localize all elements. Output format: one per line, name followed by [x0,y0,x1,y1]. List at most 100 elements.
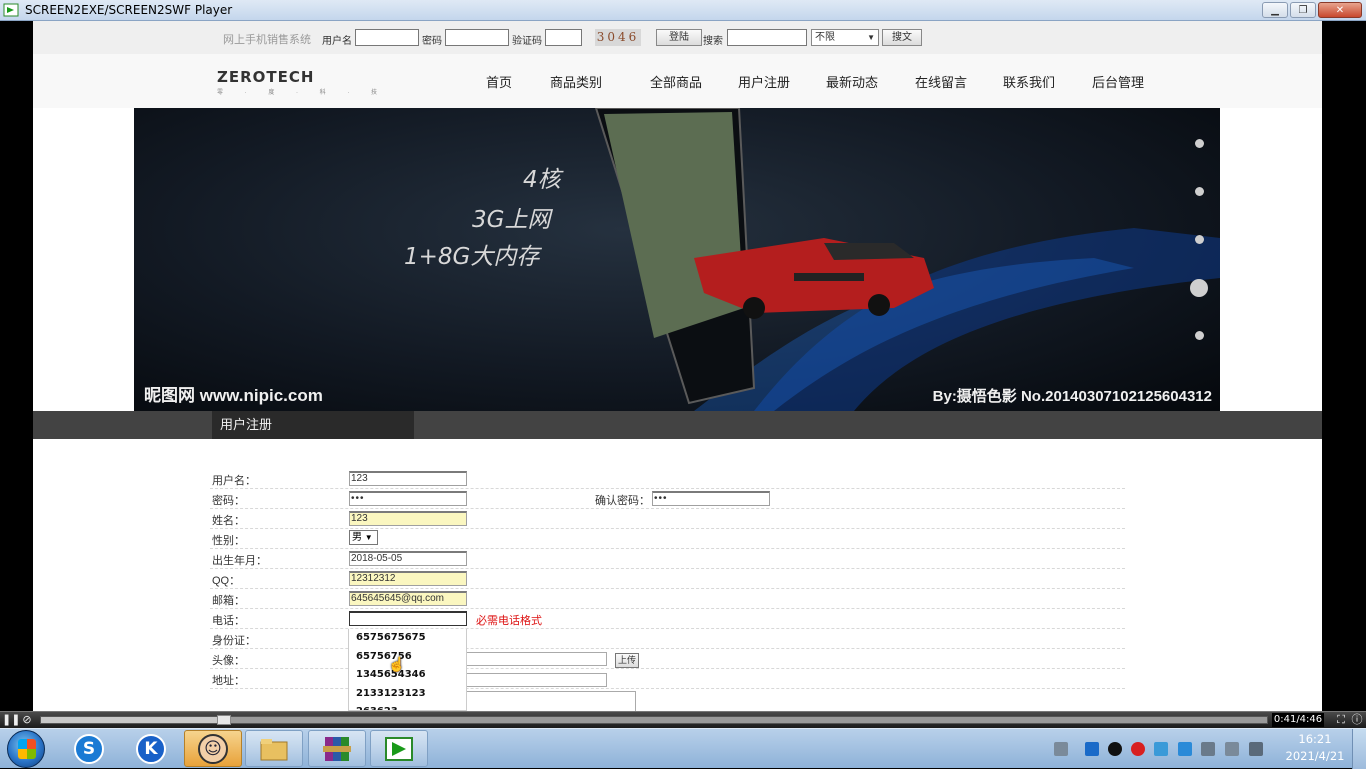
nav-home[interactable]: 首页 [486,72,512,91]
slide-dot-5[interactable] [1195,331,1204,340]
slide-dot-2[interactable] [1195,187,1204,196]
taskbar-conan-app[interactable]: ☺ [184,730,242,767]
player-controls: ❚❚ ⊘ 0:41/4:46 ⛶ ⓘ [0,711,1366,728]
nav-contact[interactable]: 联系我们 [1003,72,1055,91]
playback-time: 0:41/4:46 [1272,713,1324,727]
section-title-tab: 用户注册 [212,411,414,439]
taskbar-file-explorer[interactable] [245,730,303,767]
email-field[interactable]: 645645645@qq.com [349,591,467,606]
login-password-input[interactable] [445,29,509,46]
avatar-path-field[interactable] [466,652,607,666]
tray-shield-icon[interactable] [1178,742,1192,756]
slide-dot-1[interactable] [1195,139,1204,148]
birthday-field-label: 出生年月： [212,555,267,567]
cartoon-avatar-icon: ☺ [198,733,228,764]
autocomplete-option[interactable]: 263623 [349,703,466,710]
phone-error-message: 必需电话格式 [476,615,542,627]
login-username-input[interactable] [355,29,419,46]
progress-thumb[interactable] [216,715,231,725]
minimize-button[interactable]: ▁ [1262,2,1288,18]
id-card-field-label: 身份证： [212,635,256,647]
username-field[interactable]: 123 [349,471,467,486]
info-icon[interactable]: ⓘ [1350,713,1364,727]
dropdown-arrow-icon: ▼ [364,533,373,542]
captcha-image[interactable]: 3046 [595,29,641,46]
tray-app-icon[interactable] [1085,742,1099,756]
clock-date: 2021/4/21 [1285,749,1345,763]
name-field[interactable]: 123 [349,511,467,526]
pause-icon[interactable]: ❚❚ [2,713,20,727]
search-input[interactable] [727,29,807,46]
taskbar-sogou-app[interactable]: S [60,730,118,767]
settings-icon[interactable]: ⊘ [20,713,34,727]
promo-banner[interactable]: 4核 3G上网 1+8G大内存 昵图网 www.nipic.com By:摄悟色… [134,108,1220,411]
winrar-icon [323,736,351,761]
windows-logo-icon [18,739,36,759]
nav-register[interactable]: 用户注册 [738,72,790,91]
taskbar-clock[interactable]: 16:21 2021/4/21 [1282,731,1348,765]
phone-autocomplete-dropdown: 6575675675 65756756 1345654346 213312312… [348,629,467,711]
qq-icon[interactable] [1108,742,1122,756]
captcha-input[interactable] [545,29,582,46]
usb-device-icon[interactable] [1201,742,1215,756]
taskbar-winrar[interactable] [308,730,366,767]
password-label: 密码 [422,36,442,47]
address-field[interactable] [466,673,607,687]
volume-icon[interactable] [1225,742,1239,756]
antivirus-icon[interactable] [1131,742,1145,756]
row-gender: 性别： 男 ▼ [210,529,1125,549]
kugou-icon: K [136,733,166,764]
nav-categories[interactable]: 商品类别 [550,72,602,91]
qq-field-label: QQ： [212,575,241,587]
tray-flag-icon[interactable] [1154,742,1168,756]
taskbar-kugou-app[interactable]: K [122,730,180,767]
start-button[interactable] [7,730,45,768]
password-field-label: 密码： [212,495,245,507]
window-titlebar: SCREEN2EXE/SCREEN2SWF Player ▁ ❐ ✕ [0,0,1366,21]
nav-messages[interactable]: 在线留言 [915,72,967,91]
autocomplete-option[interactable]: 65756756 [349,648,466,667]
remarks-textarea[interactable] [466,691,636,711]
upload-button[interactable]: 上传 [615,653,639,668]
gender-select[interactable]: 男 ▼ [349,530,378,545]
autocomplete-option[interactable]: 6575675675 [349,629,466,648]
slide-dot-3[interactable] [1195,235,1204,244]
sogou-icon: S [74,733,104,764]
playback-progress-bar[interactable] [40,715,1268,725]
keyboard-icon[interactable] [1054,742,1068,756]
screen2swf-icon [385,736,413,761]
banner-line-1: 4核 [523,167,561,193]
qq-field[interactable]: 12312312 [349,571,467,586]
close-button[interactable]: ✕ [1318,2,1362,18]
birthday-field[interactable]: 2018-05-05 [349,551,467,566]
show-desktop-button[interactable] [1352,729,1366,769]
restore-button[interactable]: ❐ [1290,2,1316,18]
nav-news[interactable]: 最新动态 [826,72,878,91]
avatar-field-label: 头像： [212,655,245,667]
nav-all-products[interactable]: 全部商品 [650,72,702,91]
username-field-label: 用户名： [212,475,256,487]
main-navbar: ZEROTECH 零 · 度 · 科 · 技 首页 商品类别 全部商品 用户注册… [33,54,1322,108]
autocomplete-option[interactable]: 2133123123 [349,685,466,704]
row-name: 姓名： 123 [210,509,1125,529]
phone-field[interactable] [349,611,467,626]
slide-dot-4-active[interactable] [1190,279,1208,297]
banner-line-2: 3G上网 [472,207,551,233]
banner-line-3: 1+8G大内存 [404,244,540,270]
password-field[interactable]: ••• [349,491,467,506]
confirm-password-field[interactable]: ••• [652,491,770,506]
nav-admin[interactable]: 后台管理 [1092,72,1144,91]
autocomplete-option[interactable]: 1345654346 [349,666,466,685]
category-select[interactable]: 不限 ▼ [811,29,879,46]
search-label: 搜索 [703,36,723,47]
row-username: 用户名： 123 [210,469,1125,489]
search-submit-button[interactable]: 搜文 [882,29,922,46]
network-icon[interactable] [1249,742,1263,756]
name-field-label: 姓名： [212,515,245,527]
fullscreen-icon[interactable]: ⛶ [1334,713,1348,727]
login-button[interactable]: 登陆 [656,29,702,46]
taskbar-screen2swf-player[interactable] [370,730,428,767]
row-birthday: 出生年月： 2018-05-05 [210,549,1125,569]
login-bar: 网上手机销售系统 用户名 密码 验证码 3046 登陆 搜索 不限 ▼ 搜文 [33,21,1322,54]
clock-time: 16:21 [1298,732,1332,746]
